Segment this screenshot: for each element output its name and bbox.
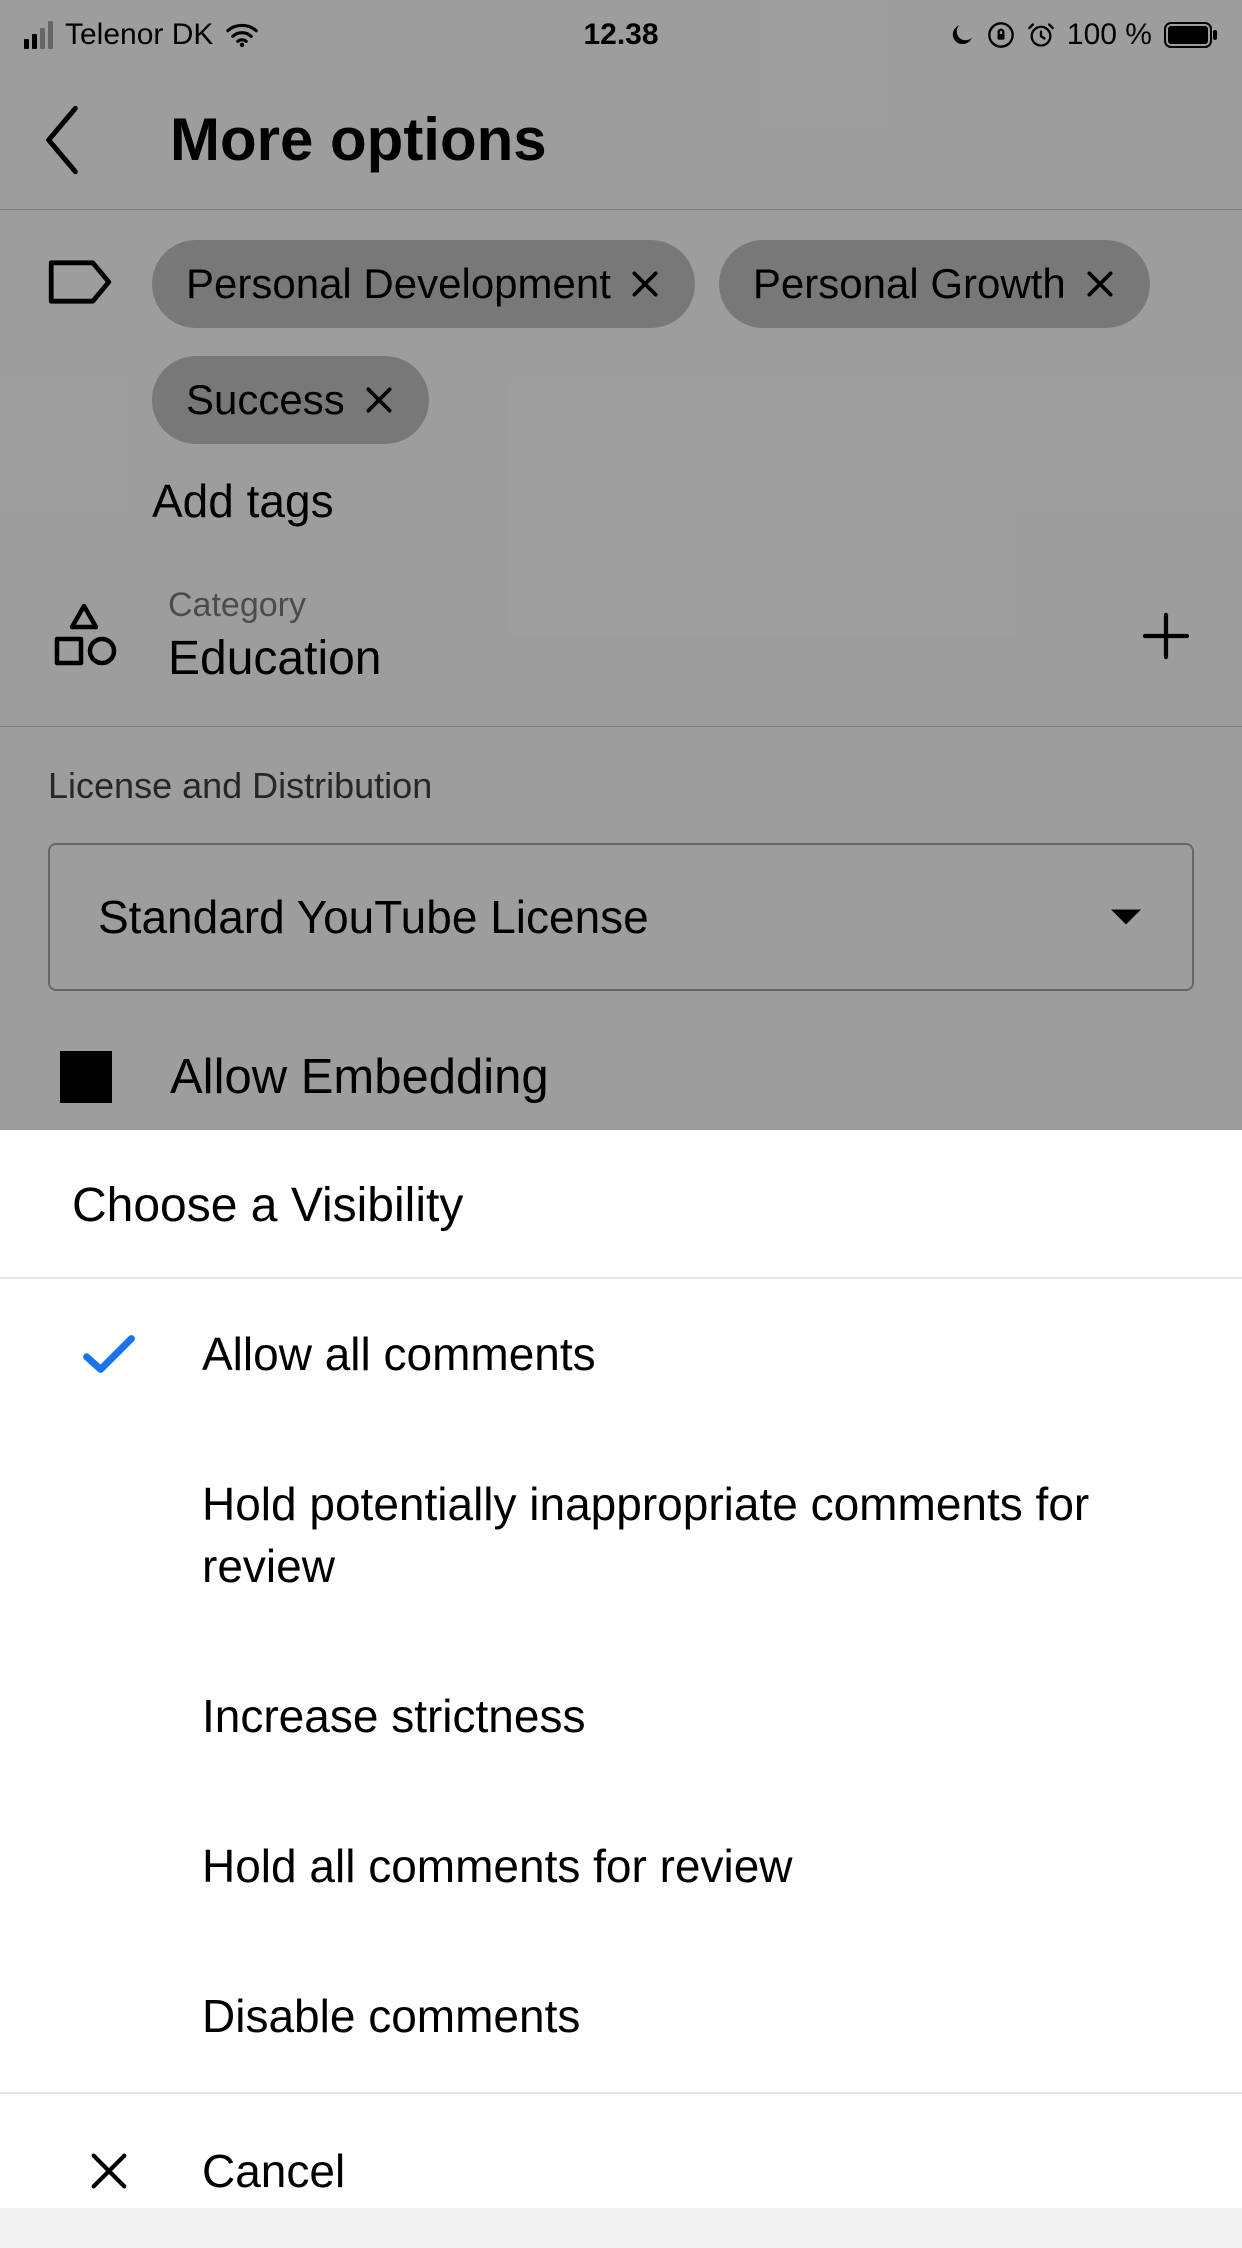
sheet-title: Choose a Visibility	[0, 1130, 1242, 1279]
option-label: Increase strictness	[202, 1685, 1170, 1747]
close-icon	[80, 2148, 138, 2194]
option-disable[interactable]: Disable comments	[0, 1941, 1242, 2091]
check-icon	[80, 1333, 138, 1375]
option-hold-inappropriate[interactable]: Hold potentially inappropriate comments …	[0, 1429, 1242, 1641]
option-label: Hold potentially inappropriate comments …	[202, 1473, 1170, 1597]
option-allow-all[interactable]: Allow all comments	[0, 1279, 1242, 1429]
cancel-label: Cancel	[202, 2144, 345, 2198]
option-label: Allow all comments	[202, 1323, 1170, 1385]
cancel-button[interactable]: Cancel	[0, 2092, 1242, 2248]
option-increase-strictness[interactable]: Increase strictness	[0, 1641, 1242, 1791]
option-label: Hold all comments for review	[202, 1835, 1170, 1897]
option-label: Disable comments	[202, 1985, 1170, 2047]
option-hold-all[interactable]: Hold all comments for review	[0, 1791, 1242, 1941]
visibility-sheet: Choose a Visibility Allow all comments H…	[0, 1130, 1242, 2208]
